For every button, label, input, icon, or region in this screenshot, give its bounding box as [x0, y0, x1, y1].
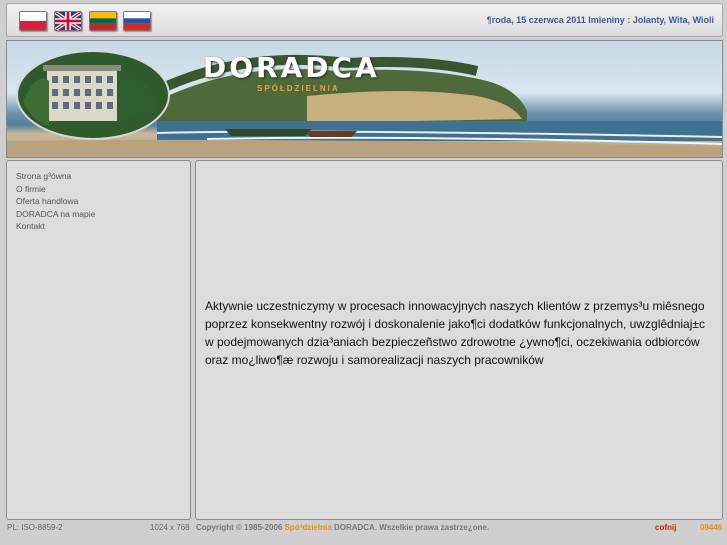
copyright-brand: Spó³dzielnia [284, 523, 332, 532]
encoding-text: PL: ISO-8859-2 [7, 523, 63, 532]
visit-counter: 08446 [700, 523, 723, 532]
date-nameday-text: ¶roda, 15 czerwca 2011 Imieniny : Jolant… [486, 15, 714, 25]
copyright-prefix: Copyright © 1985-2006 [196, 523, 285, 532]
sidebar-item-offer[interactable]: Oferta handlowa [16, 195, 190, 208]
back-link[interactable]: cofnij [655, 523, 676, 532]
flag-pl-icon[interactable] [19, 11, 47, 31]
header-banner: DORADCA SPÓŁDZIELNIA [6, 40, 723, 158]
brand-logo-subtitle: SPÓŁDZIELNIA [257, 84, 340, 93]
sidebar-item-home[interactable]: Strona g³ówna [16, 170, 190, 183]
top-bar: ¶roda, 15 czerwca 2011 Imieniny : Jolant… [6, 3, 723, 37]
intro-paragraph: Aktywnie uczestniczymy w procesach innow… [205, 299, 705, 367]
brand-logo-title: DORADCA [203, 51, 380, 84]
copyright-text: Copyright © 1985-2006 Spó³dzielnia DORAD… [196, 523, 489, 532]
sidebar-item-contact[interactable]: Kontakt [16, 220, 190, 233]
sidebar-item-map[interactable]: DORADCA na mapie [16, 208, 190, 221]
footer: PL: ISO-8859-2 1024 x 768 Copyright © 19… [0, 520, 727, 545]
copyright-suffix: DORADCA. Wszelkie prawa zastrze¿one. [331, 523, 490, 532]
flag-ru-icon[interactable] [123, 11, 151, 31]
resolution-text: 1024 x 768 [150, 523, 190, 532]
flag-gb-icon[interactable] [54, 11, 82, 31]
sidebar-item-about[interactable]: O firmie [16, 183, 190, 196]
main-content: Aktywnie uczestniczymy w procesach innow… [195, 160, 723, 520]
flag-lt-icon[interactable] [89, 11, 117, 31]
sidebar-menu: Strona g³ówna O firmie Oferta handlowa D… [6, 160, 191, 520]
